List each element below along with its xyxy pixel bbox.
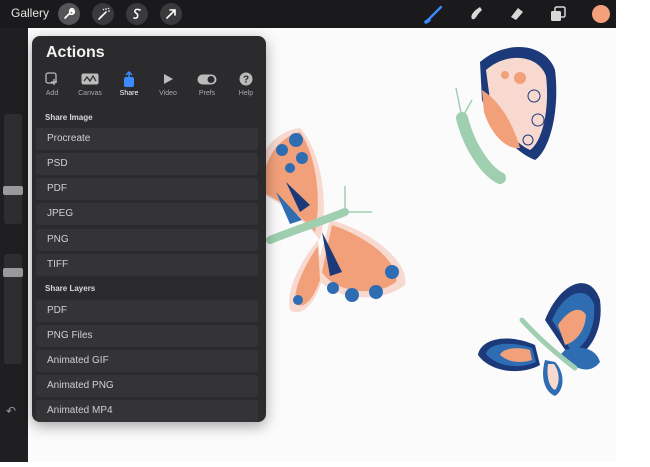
tab-add[interactable]: Add (34, 70, 70, 97)
layers-pdf[interactable]: PDF (36, 300, 258, 322)
add-icon (34, 70, 70, 88)
tab-video-label: Video (159, 90, 177, 97)
layers-animated-gif[interactable]: Animated GIF (36, 350, 258, 372)
wrench-icon[interactable] (58, 3, 80, 25)
gallery-button[interactable]: Gallery (11, 6, 49, 20)
smudge-icon[interactable] (465, 3, 487, 25)
play-icon (150, 70, 186, 88)
brush-size-thumb[interactable] (3, 186, 23, 195)
top-toolbar: Gallery (0, 0, 616, 28)
share-jpeg[interactable]: JPEG (36, 203, 258, 225)
share-png[interactable]: PNG (36, 229, 258, 251)
opacity-thumb[interactable] (3, 268, 23, 277)
layers-animated-png-label: Animated PNG (47, 380, 114, 391)
layers-animated-mp4[interactable]: Animated MP4 (36, 400, 258, 422)
layers-animated-gif-label: Animated GIF (47, 355, 109, 366)
selection-s-icon[interactable] (126, 3, 148, 25)
brush-icon[interactable] (423, 3, 445, 25)
brush-size-slider[interactable] (3, 114, 23, 224)
toggle-icon (189, 70, 225, 88)
layers-animated-png[interactable]: Animated PNG (36, 375, 258, 397)
tab-help-label: Help (238, 90, 254, 97)
share-pdf[interactable]: PDF (36, 178, 258, 200)
tab-prefs-label: Prefs (198, 90, 216, 97)
left-sidebar: ↶ (0, 28, 28, 462)
share-psd-label: PSD (47, 158, 68, 169)
share-layers-heading: Share Layers (45, 284, 96, 293)
tab-canvas[interactable]: Canvas (72, 70, 108, 97)
share-icon (111, 70, 147, 88)
butterfly-large (255, 128, 406, 313)
share-png-label: PNG (47, 234, 69, 245)
tab-add-label: Add (45, 90, 59, 97)
tab-video[interactable]: Video (150, 70, 186, 97)
layers-png-files-label: PNG Files (47, 330, 93, 341)
help-icon: ? (228, 70, 264, 88)
transform-arrow-icon[interactable] (160, 3, 182, 25)
panel-title: Actions (46, 44, 105, 61)
share-image-heading: Share Image (45, 113, 93, 122)
tab-canvas-label: Canvas (78, 90, 102, 97)
share-jpeg-label: JPEG (47, 208, 74, 219)
share-procreate[interactable]: Procreate (36, 128, 258, 150)
tab-help[interactable]: ? Help (228, 70, 264, 97)
share-pdf-label: PDF (47, 183, 67, 194)
undo-icon[interactable]: ↶ (6, 404, 16, 418)
magic-wand-icon[interactable] (92, 3, 114, 25)
layers-animated-mp4-label: Animated MP4 (47, 405, 113, 416)
share-procreate-label: Procreate (47, 133, 91, 144)
opacity-slider[interactable] (3, 254, 23, 364)
actions-panel: Actions Add Canvas Share Video Prefs ? H… (32, 36, 266, 422)
canvas-icon (72, 70, 108, 88)
layers-png-files[interactable]: PNG Files (36, 325, 258, 347)
butterfly-bottom (478, 283, 601, 396)
eraser-icon[interactable] (506, 3, 528, 25)
right-margin (616, 0, 650, 462)
layers-pdf-label: PDF (47, 305, 67, 316)
tab-share[interactable]: Share (111, 70, 147, 97)
svg-text:?: ? (243, 75, 249, 86)
layers-icon[interactable] (547, 3, 569, 25)
butterfly-top (455, 47, 557, 184)
share-tiff-label: TIFF (47, 259, 69, 270)
share-psd[interactable]: PSD (36, 153, 258, 175)
tab-share-label: Share (119, 90, 139, 97)
color-picker-swatch[interactable] (590, 3, 612, 25)
actions-tabs: Add Canvas Share Video Prefs ? Help (32, 70, 266, 100)
share-tiff[interactable]: TIFF (36, 254, 258, 276)
tab-prefs[interactable]: Prefs (189, 70, 225, 97)
